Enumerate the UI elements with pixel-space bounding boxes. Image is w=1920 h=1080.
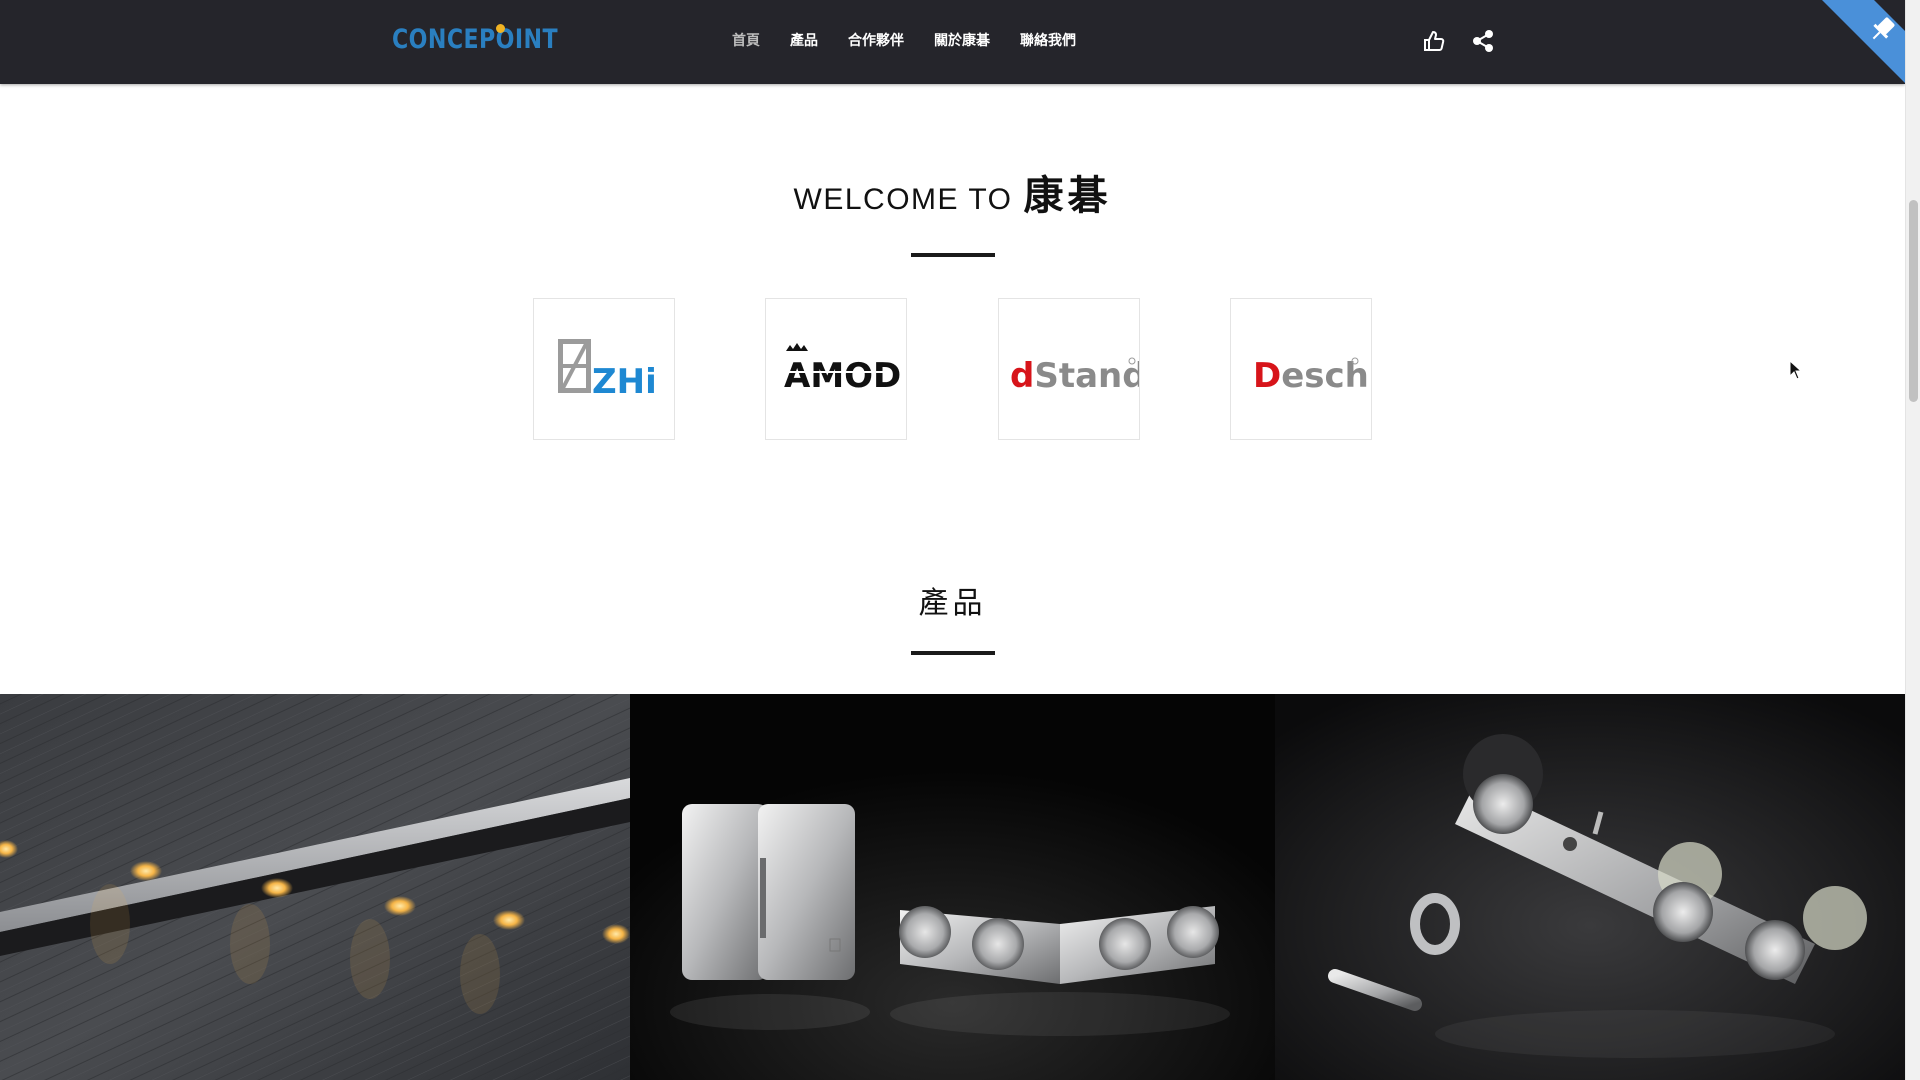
main-nav: 首頁 產品 合作夥伴 關於康碁 聯絡我們 [732, 30, 1106, 50]
share-icon[interactable] [1470, 28, 1496, 54]
nav-item-home[interactable]: 首頁 [732, 30, 760, 50]
corner-ribbon[interactable] [1802, 0, 1920, 118]
svg-text:D: D [1253, 356, 1281, 396]
crown-icon [786, 343, 808, 351]
nav-item-contact[interactable]: 聯絡我們 [1020, 30, 1076, 50]
partner-name-amod: AMOD [784, 356, 901, 396]
partner-logo-dstand[interactable]: dStand d [998, 298, 1140, 440]
svg-text:d: d [1010, 356, 1034, 396]
welcome-prefix: WELCOME TO [793, 183, 1013, 216]
site-logo[interactable]: CONCEPOINT [392, 24, 558, 64]
thumbs-up-icon[interactable] [1421, 28, 1447, 54]
partner-logo-amod[interactable]: AMOD [765, 298, 907, 440]
product-tile-led-strip[interactable] [0, 694, 630, 1080]
partner-logo-desch[interactable]: Desch D [1230, 298, 1372, 440]
product-tile-sliding-roller[interactable] [1275, 694, 1905, 1080]
welcome-divider [911, 253, 995, 257]
top-navigation-bar: CONCEPOINT 首頁 產品 合作夥伴 關於康碁 聯絡我們 [0, 0, 1905, 84]
products-heading: 產品 [918, 586, 987, 621]
mouse-cursor-icon [1789, 360, 1803, 380]
welcome-brand: 康碁 [1023, 173, 1112, 219]
nav-item-partners[interactable]: 合作夥伴 [848, 30, 904, 50]
partner-name-zhi: ZHi [592, 362, 657, 402]
logo-dot-accent [496, 24, 505, 33]
page-scrollbar[interactable] [1905, 0, 1920, 1080]
scrollbar-thumb[interactable] [1909, 200, 1918, 402]
nav-item-products[interactable]: 產品 [790, 30, 818, 50]
products-divider [911, 651, 995, 655]
partner-logo-zhi[interactable]: ZHi [533, 298, 675, 440]
welcome-heading: WELCOME TO 康碁 [0, 163, 1905, 221]
nav-item-about[interactable]: 關於康碁 [934, 30, 990, 50]
product-tile-glass-hinge[interactable] [630, 694, 1275, 1080]
